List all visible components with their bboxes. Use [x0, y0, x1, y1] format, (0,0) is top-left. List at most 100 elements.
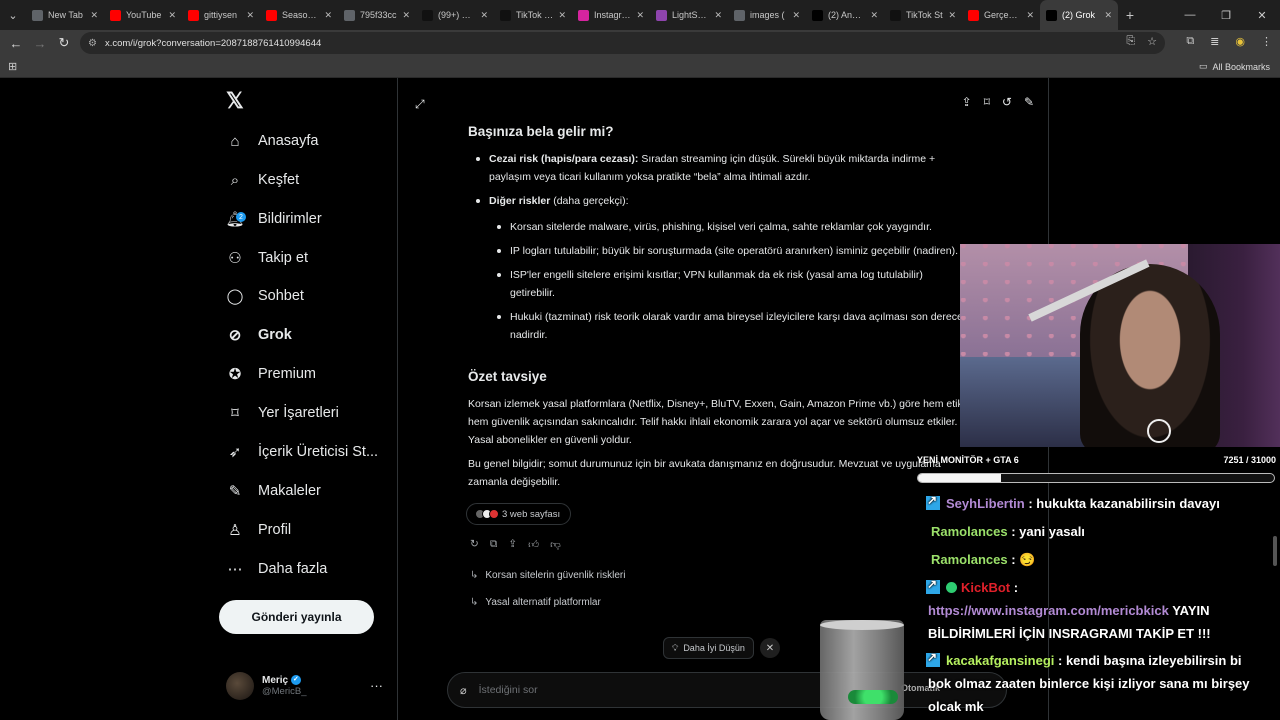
close-tab-icon[interactable]: ✕ [168, 10, 176, 21]
close-tab-icon[interactable]: ✕ [246, 10, 254, 21]
copy-icon[interactable]: ⧉ [490, 538, 498, 551]
reading-list-icon[interactable]: ≣ [1210, 35, 1219, 48]
youtube-icon [110, 9, 121, 21]
chat-username: kacakafgansinegi [946, 653, 1055, 668]
sidebar-item[interactable]: ⊘ Grok [226, 320, 292, 350]
close-tab-icon[interactable]: ✕ [558, 10, 566, 21]
sidebar-item[interactable]: ✎ Makaleler [226, 476, 321, 506]
chat-username: Ramolances [931, 524, 1008, 539]
sub-bullet-legal: Hukuki (tazminat) risk teorik olarak var… [497, 308, 963, 326]
sidebar-item[interactable]: ♙ Profil [226, 515, 291, 545]
close-tab-icon[interactable]: ✕ [870, 10, 878, 21]
regenerate-icon[interactable]: ↻ [470, 538, 479, 551]
install-app-icon[interactable]: ⎘ [1126, 35, 1135, 48]
bookmark-icon[interactable]: ⌑ [984, 95, 990, 109]
bookmark-star-icon[interactable]: ☆ [1147, 35, 1157, 48]
browser-tab[interactable]: Gerçek H ✕ [962, 0, 1040, 30]
browser-tab[interactable]: (2) Grok ✕ [1040, 0, 1118, 30]
think-better-button[interactable]: 💡︎ Daha İyi Düşün [663, 637, 754, 659]
apps-icon[interactable]: ⊞ [8, 60, 17, 73]
expand-icon[interactable]: ⤢ [415, 97, 425, 112]
sidebar-item[interactable]: ⌕ Keşfet [226, 165, 299, 195]
site-info-icon[interactable]: ⚙ [88, 38, 97, 49]
dismiss-icon[interactable]: ✕ [760, 638, 780, 658]
chat-message: Ramolances : 😏 [931, 552, 1035, 568]
close-tab-icon[interactable]: ✕ [90, 10, 98, 21]
browser-tab[interactable]: New Tab ✕ [26, 0, 104, 30]
url-text[interactable]: x.com/i/grok?conversation=20871887614109… [105, 38, 321, 49]
sidebar-item-label: Sohbet [258, 288, 304, 304]
browser-tab[interactable]: LightShot ✕ [650, 0, 728, 30]
summary-text-2: hem güvenlik açısından sakıncalıdır. Tel… [468, 416, 958, 428]
tip-jar-rim [820, 620, 904, 630]
browser-tab[interactable]: Season 4 ✕ [260, 0, 338, 30]
share-response-icon[interactable]: ⇪ [508, 538, 517, 551]
close-window-icon[interactable]: ✕ [1244, 0, 1280, 30]
post-button[interactable]: Gönderi yayınla [219, 600, 374, 634]
tab-title: Instagram [594, 10, 632, 20]
share-icon[interactable]: ⇪ [962, 95, 972, 109]
thumbs-up-icon[interactable]: 👍︎ [528, 538, 539, 551]
thumbs-down-icon[interactable]: 👎︎ [550, 538, 561, 551]
profile-icon: ♙ [228, 522, 242, 539]
followup-suggestion[interactable]: ↳ Yasal alternatif platformlar [470, 597, 601, 608]
sidebar-item-label: Profil [258, 522, 292, 538]
sidebar-item[interactable]: ⚇ Takip et [226, 243, 308, 273]
browser-tab[interactable]: images (✕ [728, 0, 806, 30]
close-tab-icon[interactable]: ✕ [714, 10, 722, 21]
browser-tab[interactable]: Instagram ✕ [572, 0, 650, 30]
browser-tab[interactable]: 795f33cc ✕ [338, 0, 416, 30]
browser-tab[interactable]: TikTok St ✕ [884, 0, 962, 30]
sidebar-item[interactable]: ⋯ Daha fazla [226, 554, 328, 584]
new-chat-icon[interactable]: ✎ [1024, 95, 1034, 109]
back-icon[interactable]: ← [4, 31, 28, 55]
close-tab-icon[interactable]: ✕ [1026, 10, 1034, 21]
all-bookmarks-button[interactable]: ▭ All Bookmarks [1199, 61, 1270, 72]
close-tab-icon[interactable]: ✕ [636, 10, 644, 21]
close-tab-icon[interactable]: ✕ [948, 10, 956, 21]
sidebar-item[interactable]: ✪ Premium [226, 359, 316, 389]
account-switcher[interactable]: Meriç ✓ @MericB_ [226, 672, 307, 700]
browser-tab[interactable]: TikTok - M ✕ [494, 0, 572, 30]
close-tab-icon[interactable]: ✕ [324, 10, 332, 21]
chat-link[interactable]: https://www.instagram.com/mericbkick [928, 603, 1169, 618]
new-tab-button[interactable]: + [1118, 7, 1142, 23]
minimize-icon[interactable]: — [1172, 0, 1208, 30]
url-bar[interactable]: ⚙ x.com/i/grok?conversation=208718876141… [80, 32, 1165, 54]
browser-tab[interactable]: (99+) TikT ✕ [416, 0, 494, 30]
sidebar-item[interactable]: ⌑ Yer İşaretleri [226, 398, 339, 428]
close-tab-icon[interactable]: ✕ [402, 10, 410, 21]
grok-icon: ⊘ [228, 327, 242, 344]
browser-tab[interactable]: YouTube ✕ [104, 0, 182, 30]
summary-text-3: Yasal abonelikler en güvenli yoldur. [468, 434, 632, 446]
sidebar-item[interactable]: ➶ İçerik Üreticisi St... [226, 437, 378, 467]
menu-icon[interactable]: ⋮ [1261, 35, 1272, 48]
account-more-icon[interactable]: ··· [370, 678, 383, 693]
extensions-icon[interactable]: ⧉ [1186, 35, 1194, 48]
followup-suggestion[interactable]: ↳ Korsan sitelerin güvenlik riskleri [470, 570, 625, 581]
page-scrollbar[interactable] [1273, 536, 1277, 566]
ask-placeholder: İstediğini sor [478, 684, 538, 696]
sidebar-item[interactable]: ⌂ Anasayfa [226, 126, 318, 156]
forward-icon[interactable]: → [28, 31, 52, 55]
profile-icon[interactable]: ◉ [1235, 35, 1245, 48]
youtube-icon [968, 9, 979, 21]
globe-icon [344, 9, 355, 21]
close-tab-icon[interactable]: ✕ [480, 10, 488, 21]
attach-icon[interactable]: ⌀ [460, 684, 467, 697]
sidebar-item-label: Yer İşaretleri [258, 405, 339, 421]
reload-icon[interactable]: ↻ [52, 31, 76, 55]
sidebar-item[interactable]: 🔔︎ 2 Bildirimler [225, 204, 321, 234]
restore-icon[interactable]: ❐ [1208, 0, 1244, 30]
sub-bullet-legal-2: nadirdir. [510, 329, 548, 341]
close-tab-icon[interactable]: ✕ [1104, 10, 1112, 21]
sources-button[interactable]: 3 web sayfası [466, 503, 572, 525]
history-icon[interactable]: ↺ [1002, 95, 1012, 109]
tiktok-icon [422, 9, 433, 21]
sidebar-item[interactable]: ◯ Sohbet [226, 281, 304, 311]
x-logo[interactable]: 𝕏 [226, 88, 244, 114]
close-tab-icon[interactable]: ✕ [792, 10, 800, 21]
browser-tab[interactable]: (2) Anasa ✕ [806, 0, 884, 30]
browser-tab[interactable]: gittiysen ✕ [182, 0, 260, 30]
tab-search-icon[interactable]: ⌄ [0, 0, 26, 30]
